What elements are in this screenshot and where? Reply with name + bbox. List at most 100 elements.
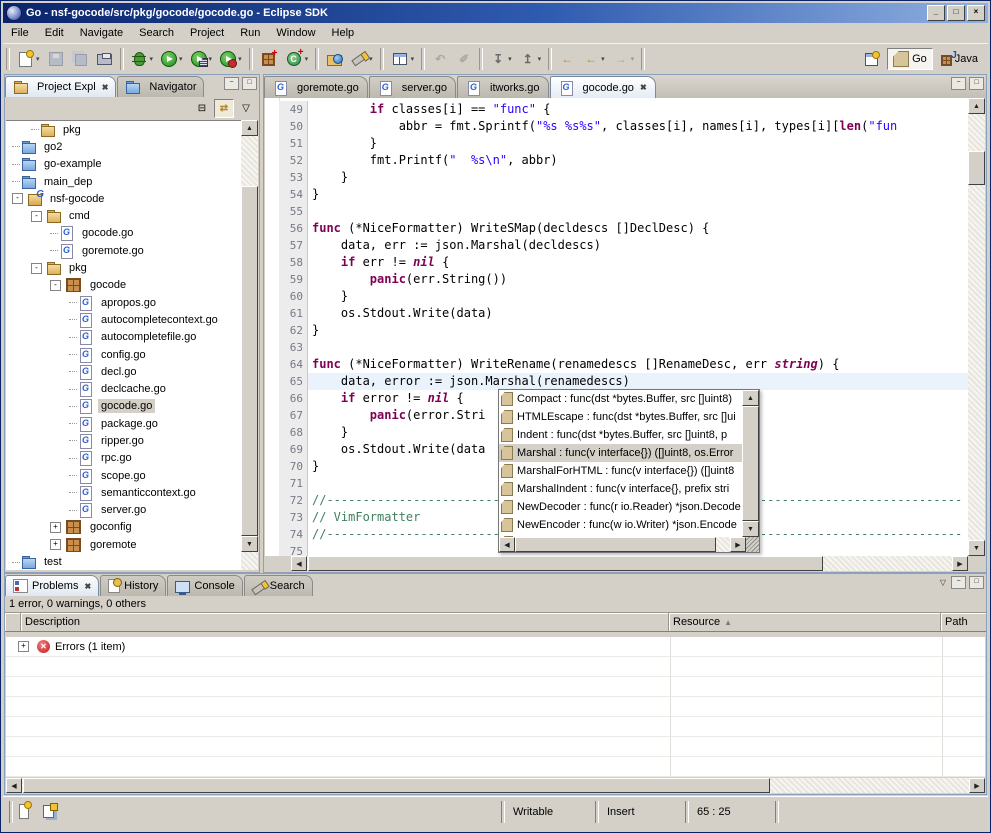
debug-button[interactable]: ▾ bbox=[128, 48, 157, 70]
tab-search[interactable]: Search bbox=[244, 575, 313, 596]
close-tab-icon[interactable]: ✖ bbox=[638, 83, 647, 92]
expander-collapse-icon[interactable]: - bbox=[31, 263, 42, 274]
tab-console[interactable]: Console bbox=[167, 575, 242, 596]
dropdown-arrow-icon[interactable]: ▾ bbox=[36, 55, 40, 63]
scrollbar-thumb[interactable] bbox=[308, 556, 823, 571]
save-all-button[interactable] bbox=[69, 48, 91, 70]
tree-item-test[interactable]: test bbox=[6, 553, 241, 570]
dropdown-arrow-icon[interactable]: ▾ bbox=[150, 55, 154, 63]
tree-item-decl-go[interactable]: decl.go bbox=[6, 363, 241, 380]
tree-item-pkg[interactable]: -pkg bbox=[6, 259, 241, 276]
close-tab-icon[interactable]: ✖ bbox=[82, 582, 91, 591]
next-annotation-button[interactable]: ↧▾ bbox=[487, 48, 515, 70]
tree-item-package-go[interactable]: package.go bbox=[6, 415, 241, 432]
dropdown-arrow-icon[interactable]: ▾ bbox=[411, 55, 415, 63]
menu-edit[interactable]: Edit bbox=[37, 25, 72, 41]
tree-item-ripper-go[interactable]: ripper.go bbox=[6, 432, 241, 449]
scroll-down-icon[interactable]: ▼ bbox=[241, 536, 258, 552]
tree-item-scope-go[interactable]: scope.go bbox=[6, 467, 241, 484]
scroll-up-icon[interactable]: ▲ bbox=[742, 390, 759, 406]
tree-item-declcache-go[interactable]: declcache.go bbox=[6, 380, 241, 397]
dropdown-arrow-icon[interactable]: ▾ bbox=[538, 55, 542, 63]
dropdown-arrow-icon[interactable]: ▾ bbox=[508, 55, 512, 63]
dropdown-arrow-icon[interactable]: ▾ bbox=[179, 55, 183, 63]
run-history-button[interactable]: ▾ bbox=[188, 48, 216, 70]
completion-item[interactable]: Marshal : func(v interface{}) ([]uint8, … bbox=[499, 444, 742, 462]
expander-expand-icon[interactable]: + bbox=[18, 641, 29, 652]
editor-tab-gocode-go[interactable]: gocode.go✖ bbox=[550, 76, 656, 98]
tree-item-go-example[interactable]: go-example bbox=[6, 156, 241, 173]
new-wizard-button[interactable]: ▾ bbox=[14, 48, 43, 71]
expander-collapse-icon[interactable]: - bbox=[31, 211, 42, 222]
editor-tab-itworks-go[interactable]: itworks.go bbox=[457, 76, 549, 98]
minimize-button[interactable]: _ bbox=[927, 5, 945, 21]
search-button[interactable]: ▾ bbox=[348, 48, 376, 71]
popup-resize-grip[interactable] bbox=[746, 537, 759, 552]
editor-tab-goremote-go[interactable]: goremote.go bbox=[264, 76, 368, 98]
completion-item[interactable]: HTMLEscape : func(dst *bytes.Buffer, src… bbox=[499, 408, 742, 426]
tree-item-autocompletefile-go[interactable]: autocompletefile.go bbox=[6, 329, 241, 346]
scroll-left-icon[interactable]: ◀ bbox=[6, 778, 22, 793]
scroll-up-icon[interactable]: ▲ bbox=[968, 98, 985, 114]
scroll-right-icon[interactable]: ▶ bbox=[730, 537, 746, 552]
tree-item-pkg[interactable]: pkg bbox=[6, 121, 241, 138]
dropdown-arrow-icon[interactable]: ▾ bbox=[305, 55, 309, 63]
menu-navigate[interactable]: Navigate bbox=[72, 25, 131, 41]
print-button[interactable] bbox=[93, 48, 116, 71]
problems-table[interactable]: +✕Errors (1 item) bbox=[6, 637, 985, 777]
run-button[interactable]: ▾ bbox=[158, 48, 186, 70]
scrollbar-thumb[interactable] bbox=[23, 778, 770, 793]
tree-item-goremote-go[interactable]: goremote.go bbox=[6, 242, 241, 259]
dropdown-arrow-icon[interactable]: ▾ bbox=[369, 55, 373, 63]
scroll-down-icon[interactable]: ▼ bbox=[742, 521, 759, 537]
editor-vertical-scrollbar[interactable]: ▲ ▼ bbox=[968, 98, 985, 556]
view-menu-icon[interactable]: ▽ bbox=[938, 578, 948, 587]
close-button[interactable]: × bbox=[967, 5, 985, 21]
menu-search[interactable]: Search bbox=[131, 25, 182, 41]
annotation-ruler[interactable] bbox=[265, 98, 280, 556]
scrollbar-thumb[interactable] bbox=[241, 186, 258, 536]
maximize-view-icon[interactable]: □ bbox=[969, 576, 984, 589]
expander-expand-icon[interactable]: + bbox=[50, 539, 61, 550]
format-button[interactable]: ✐ bbox=[453, 48, 475, 70]
dropdown-arrow-icon[interactable]: ▾ bbox=[601, 55, 605, 63]
popup-horizontal-scrollbar[interactable]: ◀ ▶ bbox=[499, 537, 746, 552]
collapse-all-button[interactable]: ⊟ bbox=[192, 99, 212, 118]
scroll-up-icon[interactable]: ▲ bbox=[241, 120, 258, 136]
scroll-left-icon[interactable]: ◀ bbox=[499, 537, 515, 552]
open-resource-button[interactable] bbox=[323, 48, 346, 70]
tab-problems[interactable]: Problems✖ bbox=[5, 575, 99, 596]
menu-project[interactable]: Project bbox=[182, 25, 232, 41]
completion-item[interactable]: Compact : func(dst *bytes.Buffer, src []… bbox=[499, 390, 742, 408]
dropdown-arrow-icon[interactable]: ▾ bbox=[238, 55, 242, 63]
expander-expand-icon[interactable]: + bbox=[50, 522, 61, 533]
tree-item-goconfig[interactable]: +goconfig bbox=[6, 519, 241, 536]
minimize-view-icon[interactable]: − bbox=[951, 77, 966, 90]
popup-vertical-scrollbar[interactable]: ▲ ▼ bbox=[742, 390, 759, 537]
tree-item-rpc-go[interactable]: rpc.go bbox=[6, 450, 241, 467]
new-class-button[interactable]: C▾ bbox=[282, 47, 312, 71]
dropdown-arrow-icon[interactable]: ▾ bbox=[209, 55, 213, 63]
scroll-down-icon[interactable]: ▼ bbox=[968, 540, 985, 556]
run-external-button[interactable]: ▾ bbox=[217, 48, 245, 70]
problem-row[interactable]: +✕Errors (1 item) bbox=[6, 637, 985, 657]
tree-item-apropos-go[interactable]: apropos.go bbox=[6, 294, 241, 311]
close-tab-icon[interactable]: ✖ bbox=[100, 83, 109, 92]
tree-item-gocode-go[interactable]: gocode.go bbox=[6, 225, 241, 242]
tree-item-gocode[interactable]: -gocode bbox=[6, 277, 241, 294]
scrollbar-thumb[interactable] bbox=[742, 406, 759, 521]
dropdown-arrow-icon[interactable]: ▾ bbox=[631, 55, 635, 63]
new-fast-view-button[interactable] bbox=[15, 802, 33, 820]
open-perspective-button[interactable] bbox=[858, 49, 885, 70]
tree-item-autocompletecontext-go[interactable]: autocompletecontext.go bbox=[6, 311, 241, 328]
completion-item[interactable]: NewEncoder : func(w io.Writer) *json.Enc… bbox=[499, 516, 742, 534]
column-description[interactable]: Description bbox=[21, 613, 669, 631]
tree-item-config-go[interactable]: config.go bbox=[6, 346, 241, 363]
new-view-button[interactable]: ▾ bbox=[388, 48, 418, 70]
tab-navigator[interactable]: Navigator bbox=[117, 76, 204, 97]
view-menu-button[interactable]: ▽ bbox=[236, 99, 256, 118]
scroll-right-icon[interactable]: ▶ bbox=[952, 556, 968, 571]
new-package-button[interactable] bbox=[257, 48, 280, 71]
scroll-left-icon[interactable]: ◀ bbox=[291, 556, 307, 571]
tab-project-expl[interactable]: Project Expl✖ bbox=[5, 76, 116, 97]
